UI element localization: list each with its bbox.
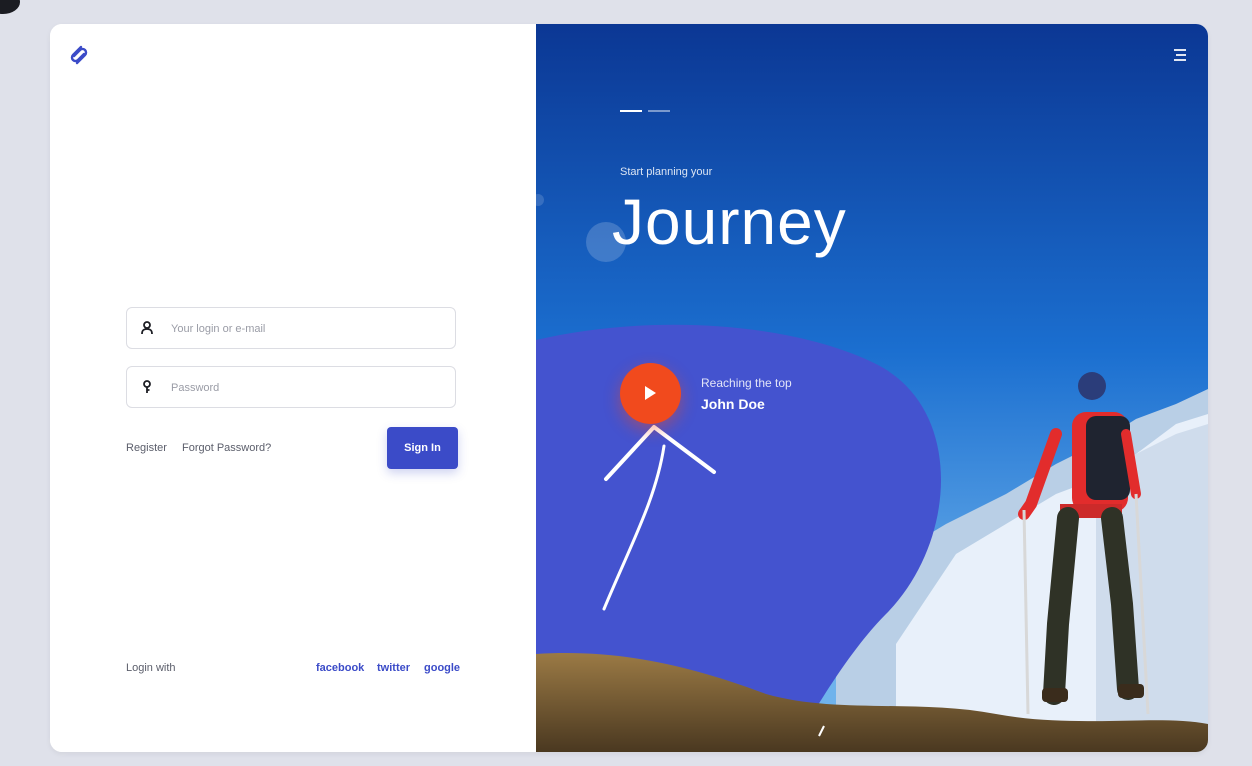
password-field[interactable] [126,366,456,409]
username-field[interactable] [126,307,456,350]
hero-headline: Journey [612,186,847,258]
login-panel: Register Forgot Password? Sign In Login … [50,24,536,752]
hero-panel: Start planning your Journey Reaching the… [536,24,1208,752]
twitter-link[interactable]: twitter [377,662,410,674]
username-input[interactable] [169,308,443,350]
sign-in-button[interactable]: Sign In [387,427,458,469]
slider-dot-active[interactable] [620,110,642,112]
hero-subtitle: Start planning your [620,166,713,178]
corner-shape [0,0,20,14]
facebook-link[interactable]: facebook [316,662,364,674]
forgot-password-link[interactable]: Forgot Password? [182,442,271,454]
menu-icon[interactable] [1171,46,1189,64]
slider-indicator [620,110,680,114]
video-author: John Doe [701,396,765,412]
register-link[interactable]: Register [126,442,167,454]
logo-icon[interactable] [66,42,92,68]
play-icon [645,386,656,400]
play-button[interactable] [620,363,681,424]
google-link[interactable]: google [424,662,460,674]
slider-dot[interactable] [648,110,670,112]
password-input[interactable] [169,367,443,409]
login-card: Register Forgot Password? Sign In Login … [50,24,1208,752]
key-icon [143,380,151,393]
login-with-label: Login with [126,662,176,674]
video-caption: Reaching the top [701,376,792,390]
user-icon [141,321,153,335]
